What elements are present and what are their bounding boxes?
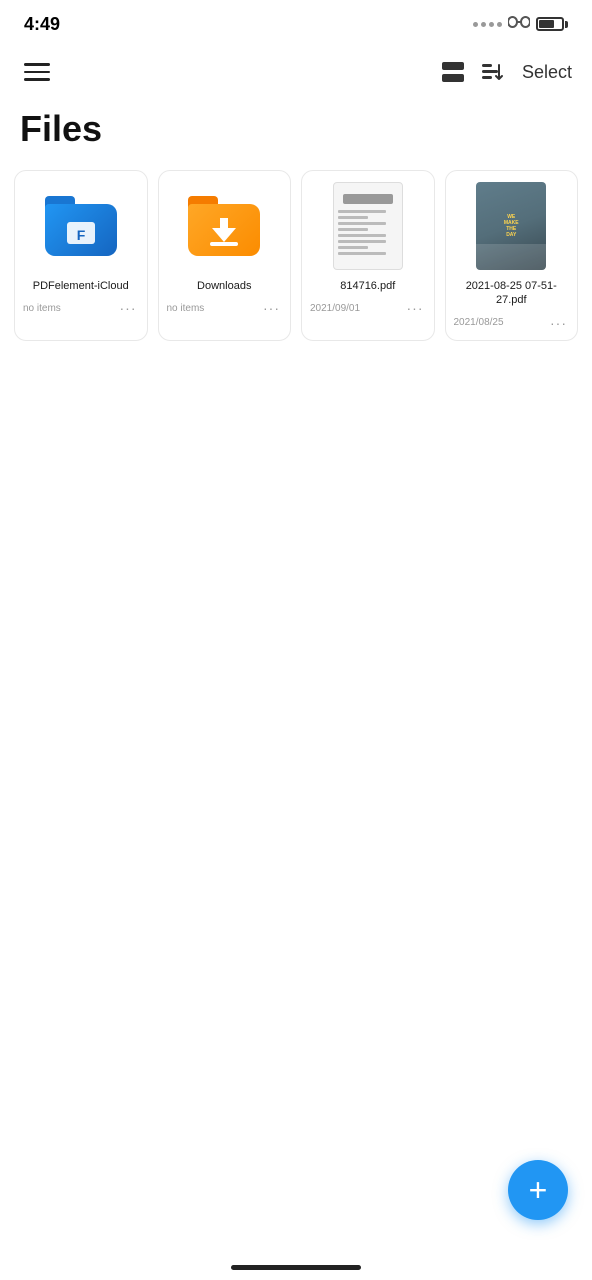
more-button-pdf2021[interactable]: ··· bbox=[548, 314, 569, 332]
file-name-downloads: Downloads bbox=[167, 279, 283, 293]
file-card-pdf2021[interactable]: WEMAKETHEDAY 2021-08-25 07-51-27.pdf 202… bbox=[445, 170, 579, 341]
folder-icloud-icon: F bbox=[45, 196, 117, 256]
file-meta-pdfcloud: no items ··· bbox=[23, 299, 139, 317]
link-icon bbox=[508, 14, 530, 35]
file-thumbnail-pdf2021: WEMAKETHEDAY bbox=[454, 181, 570, 271]
add-fab-button[interactable]: + bbox=[508, 1160, 568, 1220]
file-name-pdf2021: 2021-08-25 07-51-27.pdf bbox=[454, 279, 570, 308]
more-button-pdf814716[interactable]: ··· bbox=[405, 299, 426, 317]
file-meta-downloads: no items ··· bbox=[167, 299, 283, 317]
file-grid: F PDFelement-iCloud no items ··· bbox=[0, 170, 592, 341]
folder-downloads-icon bbox=[188, 196, 260, 256]
file-meta-pdf2021: 2021/08/25 ··· bbox=[454, 314, 570, 332]
home-indicator bbox=[231, 1265, 361, 1270]
more-button-pdfcloud[interactable]: ··· bbox=[118, 299, 139, 317]
file-date-pdf2021: 2021/08/25 bbox=[454, 317, 504, 328]
nav-bar: Select bbox=[0, 44, 592, 100]
status-time: 4:49 bbox=[24, 14, 60, 35]
select-button[interactable]: Select bbox=[522, 58, 572, 87]
file-name-pdfcloud: PDFelement-iCloud bbox=[23, 279, 139, 293]
file-card-pdfcloud[interactable]: F PDFelement-iCloud no items ··· bbox=[14, 170, 148, 341]
pdf-thumb-814716 bbox=[333, 182, 403, 270]
status-bar: 4:49 bbox=[0, 0, 592, 44]
file-meta-pdf814716: 2021/09/01 ··· bbox=[310, 299, 426, 317]
img-thumb-pdf2021: WEMAKETHEDAY bbox=[476, 182, 546, 270]
file-date-downloads: no items bbox=[167, 303, 205, 314]
status-icons bbox=[473, 14, 568, 35]
signal-icon bbox=[473, 22, 502, 27]
plus-icon: + bbox=[529, 1174, 548, 1206]
file-card-downloads[interactable]: Downloads no items ··· bbox=[158, 170, 292, 341]
nav-right-actions: Select bbox=[442, 58, 572, 87]
page-title: Files bbox=[0, 100, 592, 170]
file-card-pdf814716[interactable]: 814716.pdf 2021/09/01 ··· bbox=[301, 170, 435, 341]
battery-icon bbox=[536, 17, 568, 31]
file-name-pdf814716: 814716.pdf bbox=[310, 279, 426, 293]
menu-button[interactable] bbox=[20, 59, 54, 85]
file-thumbnail-pdfcloud: F bbox=[23, 181, 139, 271]
file-thumbnail-downloads bbox=[167, 181, 283, 271]
file-date-pdf814716: 2021/09/01 bbox=[310, 303, 360, 314]
file-thumbnail-pdf814716 bbox=[310, 181, 426, 271]
file-date-pdfcloud: no items bbox=[23, 303, 61, 314]
view-toggle-button[interactable] bbox=[442, 62, 464, 82]
more-button-downloads[interactable]: ··· bbox=[261, 299, 282, 317]
sort-button[interactable] bbox=[480, 59, 506, 85]
img-text-label: WEMAKETHEDAY bbox=[504, 214, 519, 238]
svg-text:F: F bbox=[76, 227, 85, 243]
